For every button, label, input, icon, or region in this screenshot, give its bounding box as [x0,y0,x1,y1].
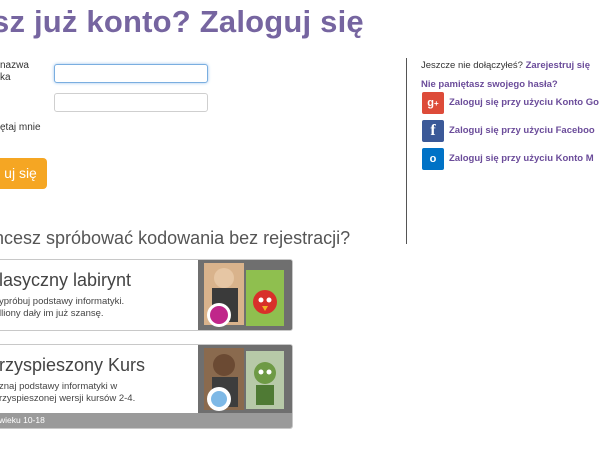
facebook-signin-button[interactable]: f Zaloguj się przy użyciu Faceboo [422,120,600,142]
forgot-password-link[interactable]: Nie pamiętasz swojego hasła? [421,79,558,90]
age-range-footer: wieku 10-18 [0,413,292,428]
classic-maze-card[interactable]: lasyczny labirynt ypróbuj podstawy infor… [0,259,293,331]
accelerated-course-thumbnail [198,345,292,415]
column-divider [406,58,407,244]
username-label: nazwa ka [0,60,29,83]
accelerated-course-image [198,345,292,415]
google-signin-button[interactable]: g + Zaloguj się przy użyciu Konto Go [422,92,600,114]
username-input[interactable] [54,64,208,83]
join-prompt: Jeszcze nie dołączyłeś? Zarejestruj się [421,60,590,71]
accelerated-course-card[interactable]: rzyspieszony Kurs znaj podstawy informat… [0,344,293,429]
classic-maze-thumbnail [198,260,292,330]
signin-button[interactable]: uj się [0,158,47,189]
try-heading: hcesz spróbować kodowania bez rejestracj… [0,228,351,248]
classic-maze-image [198,260,292,330]
microsoft-outlook-icon: o [422,148,444,170]
register-link[interactable]: Zarejestruj się [526,60,590,71]
page-title: sz już konto? Zaloguj się [0,4,364,39]
microsoft-signin-button[interactable]: o Zaloguj się przy użyciu Konto M [422,148,600,170]
google-plus-icon: g + [422,92,444,114]
facebook-icon: f [422,120,444,142]
password-input[interactable] [54,93,208,112]
remember-me-label[interactable]: ętaj mnie [0,122,41,134]
